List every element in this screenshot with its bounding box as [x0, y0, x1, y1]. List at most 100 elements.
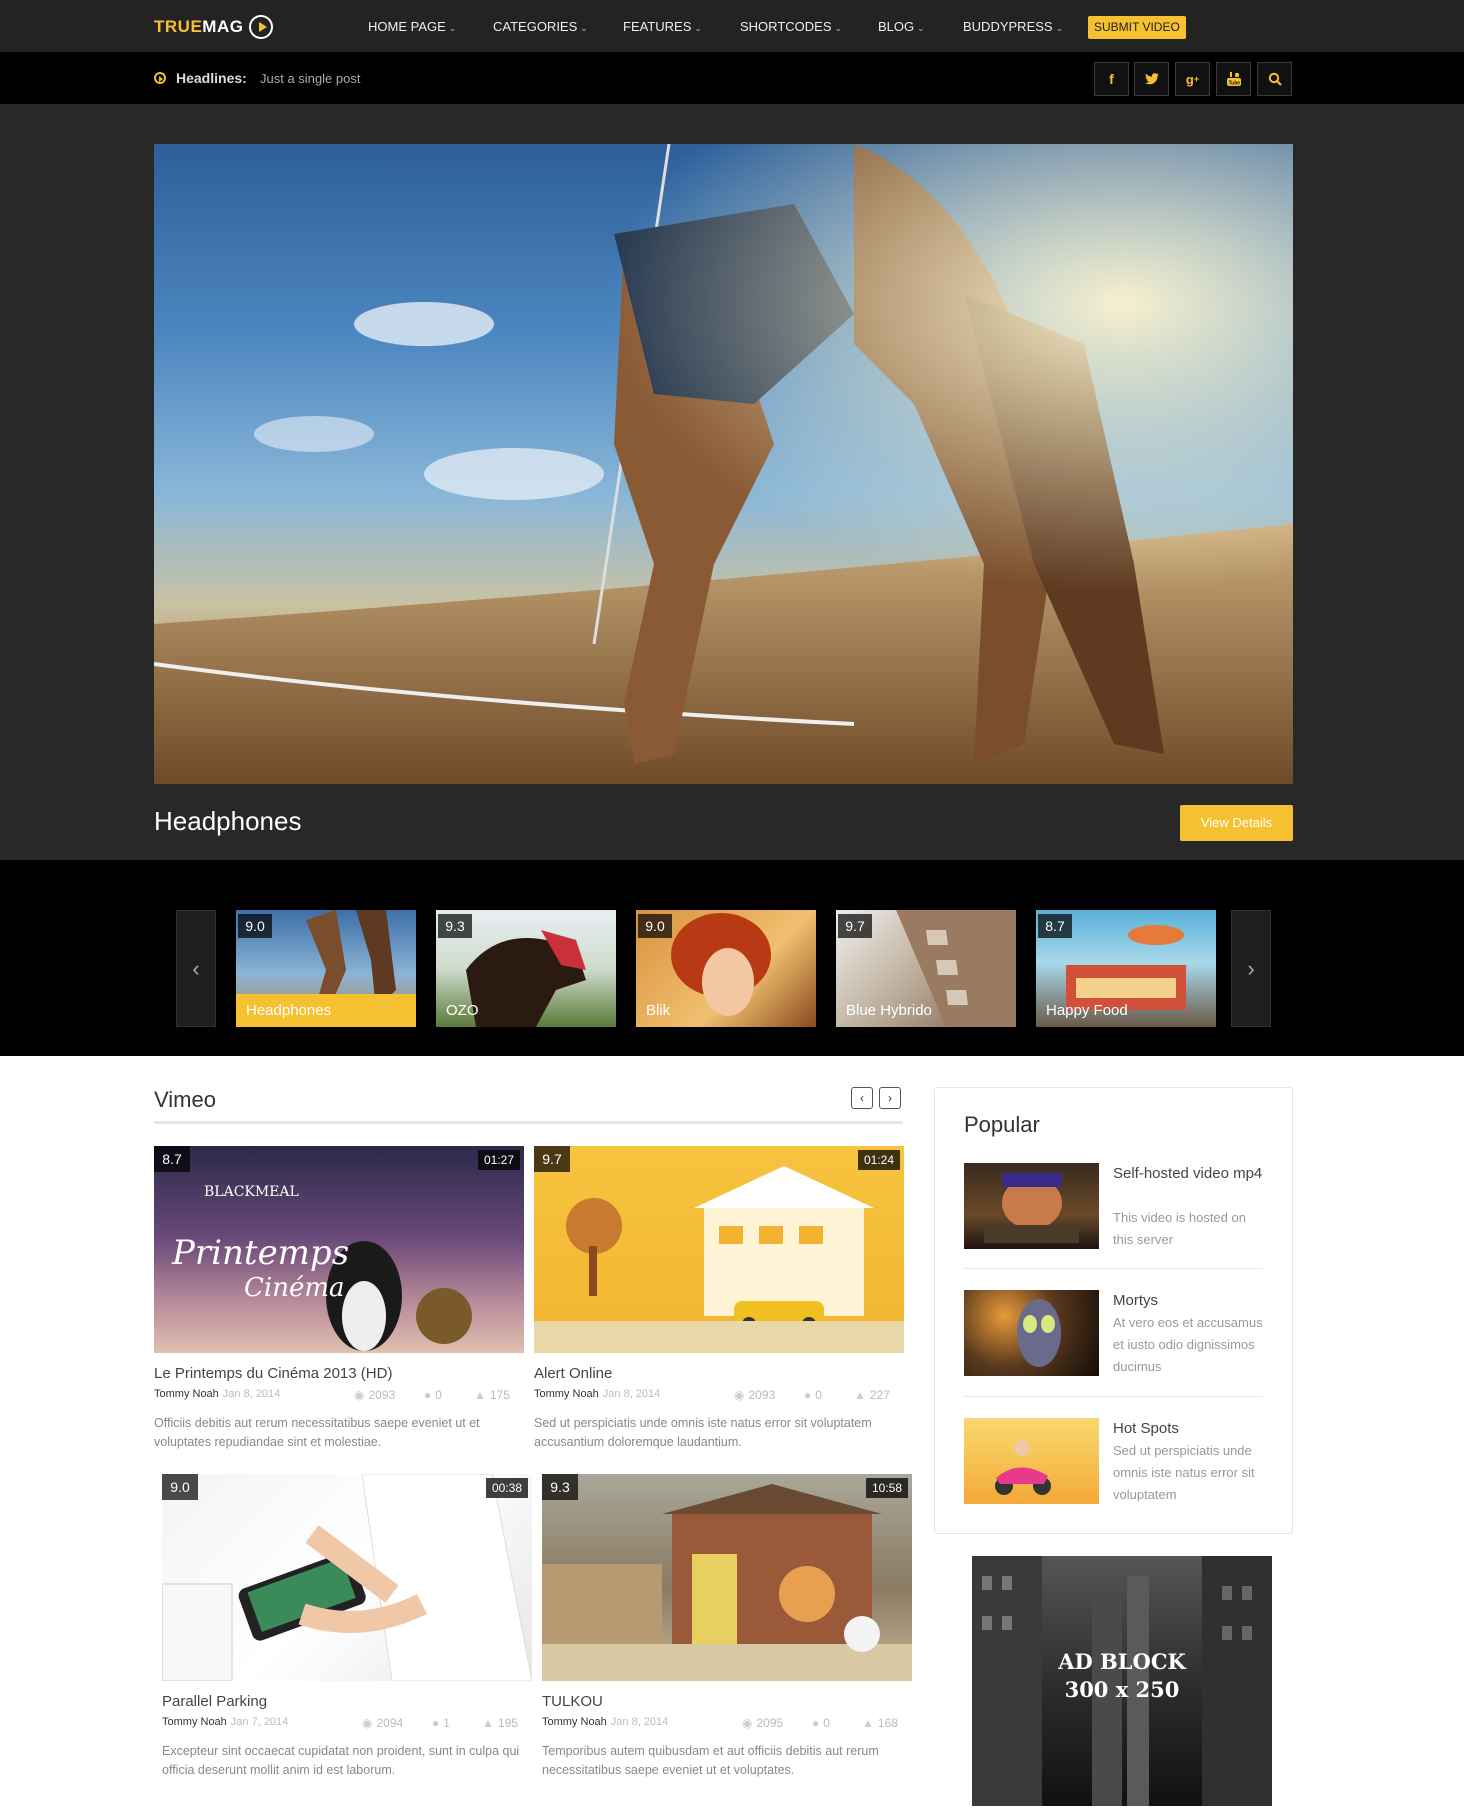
video-thumbnail[interactable]: Printemps Cinéma BLACKMEAL 8.7 01:27	[154, 1146, 524, 1353]
video-title[interactable]: Alert Online	[534, 1365, 904, 1382]
rating-badge: 9.3	[542, 1474, 578, 1500]
section-next-button[interactable]: ›	[879, 1087, 901, 1109]
video-description: Temporibus autem quibusdam et aut offici…	[542, 1744, 879, 1777]
comment-count: 0	[823, 1716, 830, 1730]
twitter-icon[interactable]	[1134, 62, 1169, 96]
popular-item-desc: This video is hosted on this server	[1113, 1210, 1246, 1247]
eye-icon: ◉	[354, 1388, 365, 1402]
video-date: Jan 7, 2014	[230, 1716, 289, 1728]
like-count: 175	[489, 1388, 510, 1402]
carousel-item-title: Blik	[646, 1002, 671, 1019]
carousel-item-title: OZO	[446, 1002, 479, 1019]
nav-blog[interactable]: BLOG ⌄	[878, 19, 925, 34]
divider	[964, 1268, 1263, 1269]
youtube-icon[interactable]: Tube	[1216, 62, 1251, 96]
svg-text:BLACKMEAL: BLACKMEAL	[204, 1184, 299, 1200]
video-thumbnail[interactable]: 9.3 10:58	[542, 1474, 912, 1681]
thumbs-up-icon: ▲	[862, 1716, 874, 1730]
video-title[interactable]: Le Printemps du Cinéma 2013 (HD)	[154, 1365, 524, 1382]
chevron-left-icon: ‹	[192, 955, 200, 981]
carousel-item-title: Happy Food	[1046, 1002, 1128, 1019]
video-author[interactable]: Tommy Noah	[162, 1716, 227, 1728]
video-date: Jan 8, 2014	[602, 1388, 661, 1400]
carousel-item[interactable]: 8.7 Happy Food	[1036, 910, 1216, 1027]
nav-shortcodes[interactable]: SHORTCODES ⌄	[740, 19, 842, 34]
featured-title[interactable]: Headphones	[154, 806, 301, 837]
video-thumbnail[interactable]: 9.7 01:24	[534, 1146, 904, 1353]
rating-badge: 8.7	[154, 1146, 190, 1172]
chevron-left-icon: ‹	[860, 1091, 864, 1105]
comment-icon: ●	[432, 1716, 440, 1730]
carousel-next-button[interactable]: ›	[1231, 910, 1271, 1027]
nav-features[interactable]: FEATURES ⌄	[623, 19, 702, 34]
carousel-item-title: Headphones	[236, 994, 416, 1027]
video-thumbnail[interactable]: 9.0 00:38	[162, 1474, 532, 1681]
rating-badge: 9.0	[638, 914, 672, 938]
submit-video-button[interactable]: SUBMIT VIDEO	[1088, 16, 1186, 39]
comment-count: 1	[443, 1716, 450, 1730]
view-details-button[interactable]: View Details	[1180, 805, 1293, 841]
video-title[interactable]: TULKOU	[542, 1693, 912, 1710]
carousel-item[interactable]: 9.3 OZO	[436, 910, 616, 1027]
search-icon[interactable]	[1257, 62, 1292, 96]
video-meta: Tommy Noah Jan 8, 2014 ◉ 2093 ● 0 ▲ 175	[154, 1388, 524, 1404]
eye-icon: ◉	[742, 1716, 753, 1730]
nav-buddypress[interactable]: BUDDYPRESS ⌄	[963, 19, 1063, 34]
like-count: 195	[497, 1716, 518, 1730]
svg-text:Printemps: Printemps	[171, 1233, 349, 1273]
carousel-item[interactable]: 9.7 Blue Hybrido	[836, 910, 1016, 1027]
ad-block[interactable]: AD BLOCK 300 x 250	[972, 1556, 1272, 1806]
chevron-down-icon: ⌄	[580, 23, 588, 33]
headline-link[interactable]: Just a single post	[260, 71, 360, 86]
thumbs-up-icon: ▲	[474, 1388, 486, 1402]
video-meta: Tommy Noah Jan 8, 2014 ◉ 2095 ● 0 ▲ 168	[542, 1716, 912, 1732]
rating-badge: 9.0	[238, 914, 272, 938]
rating-badge: 9.0	[162, 1474, 198, 1500]
video-date: Jan 8, 2014	[610, 1716, 669, 1728]
facebook-icon[interactable]: f	[1094, 62, 1129, 96]
video-author[interactable]: Tommy Noah	[534, 1388, 599, 1400]
popular-item-title[interactable]: Self-hosted video mp4	[1113, 1163, 1263, 1185]
video-meta: Tommy Noah Jan 7, 2014 ◉ 2094 ● 1 ▲ 195	[162, 1716, 532, 1732]
chevron-down-icon: ⌄	[1055, 23, 1064, 33]
google-plus-icon[interactable]: g +	[1175, 62, 1210, 96]
site-logo[interactable]: TRUE MAG	[154, 14, 274, 40]
nav-home-page[interactable]: HOME PAGE ⌄	[368, 19, 456, 34]
popular-item-desc: Sed ut perspiciatis unde omnis iste natu…	[1113, 1443, 1255, 1502]
popular-thumbnail[interactable]	[964, 1290, 1099, 1376]
video-meta: Tommy Noah Jan 8, 2014 ◉ 2093 ● 0 ▲ 227	[534, 1388, 904, 1404]
featured-video-image[interactable]	[154, 144, 1293, 784]
comment-count: 0	[435, 1388, 442, 1402]
carousel-item-title: Blue Hybrido	[846, 1002, 932, 1019]
thumbs-up-icon: ▲	[854, 1388, 866, 1402]
headline-play-icon	[154, 72, 166, 84]
rating-badge: 9.3	[438, 914, 472, 938]
chevron-right-icon: ›	[1247, 955, 1255, 981]
view-count: 2093	[748, 1388, 776, 1402]
popular-thumbnail[interactable]	[964, 1418, 1099, 1504]
video-author[interactable]: Tommy Noah	[154, 1388, 219, 1400]
video-card: 9.3 10:58 TULKOU Tommy Noah Jan 8, 2014 ◉…	[542, 1474, 912, 1780]
chevron-down-icon: ⌄	[448, 23, 457, 33]
popular-item-title[interactable]: Hot Spots	[1113, 1418, 1263, 1440]
chevron-down-icon: ⌄	[694, 23, 702, 33]
popular-thumbnail[interactable]	[964, 1163, 1099, 1249]
popular-item-title[interactable]: Mortys	[1113, 1290, 1263, 1312]
video-title[interactable]: Parallel Parking	[162, 1693, 532, 1710]
video-card: 9.7 01:24 Alert Online Tommy Noah Jan 8, …	[534, 1146, 904, 1452]
video-author[interactable]: Tommy Noah	[542, 1716, 607, 1728]
headlines-label: Headlines:	[176, 70, 247, 86]
carousel-item[interactable]: 9.0 Headphones	[236, 910, 416, 1027]
nav-categories[interactable]: CATEGORIES ⌄	[493, 19, 588, 34]
carousel-prev-button[interactable]: ‹	[176, 910, 216, 1027]
carousel-item[interactable]: 9.0 Blik	[636, 910, 816, 1027]
comment-icon: ●	[804, 1388, 812, 1402]
chevron-down-icon: ⌄	[834, 23, 843, 33]
chevron-down-icon: ⌄	[917, 23, 925, 33]
duration-badge: 10:58	[865, 1478, 908, 1498]
svg-text:Tube: Tube	[1228, 81, 1240, 87]
section-prev-button[interactable]: ‹	[851, 1087, 873, 1109]
video-description: Officiis debitis aut rerum necessitatibu…	[154, 1416, 480, 1449]
rating-badge: 8.7	[1038, 914, 1072, 938]
rating-badge: 9.7	[838, 914, 872, 938]
